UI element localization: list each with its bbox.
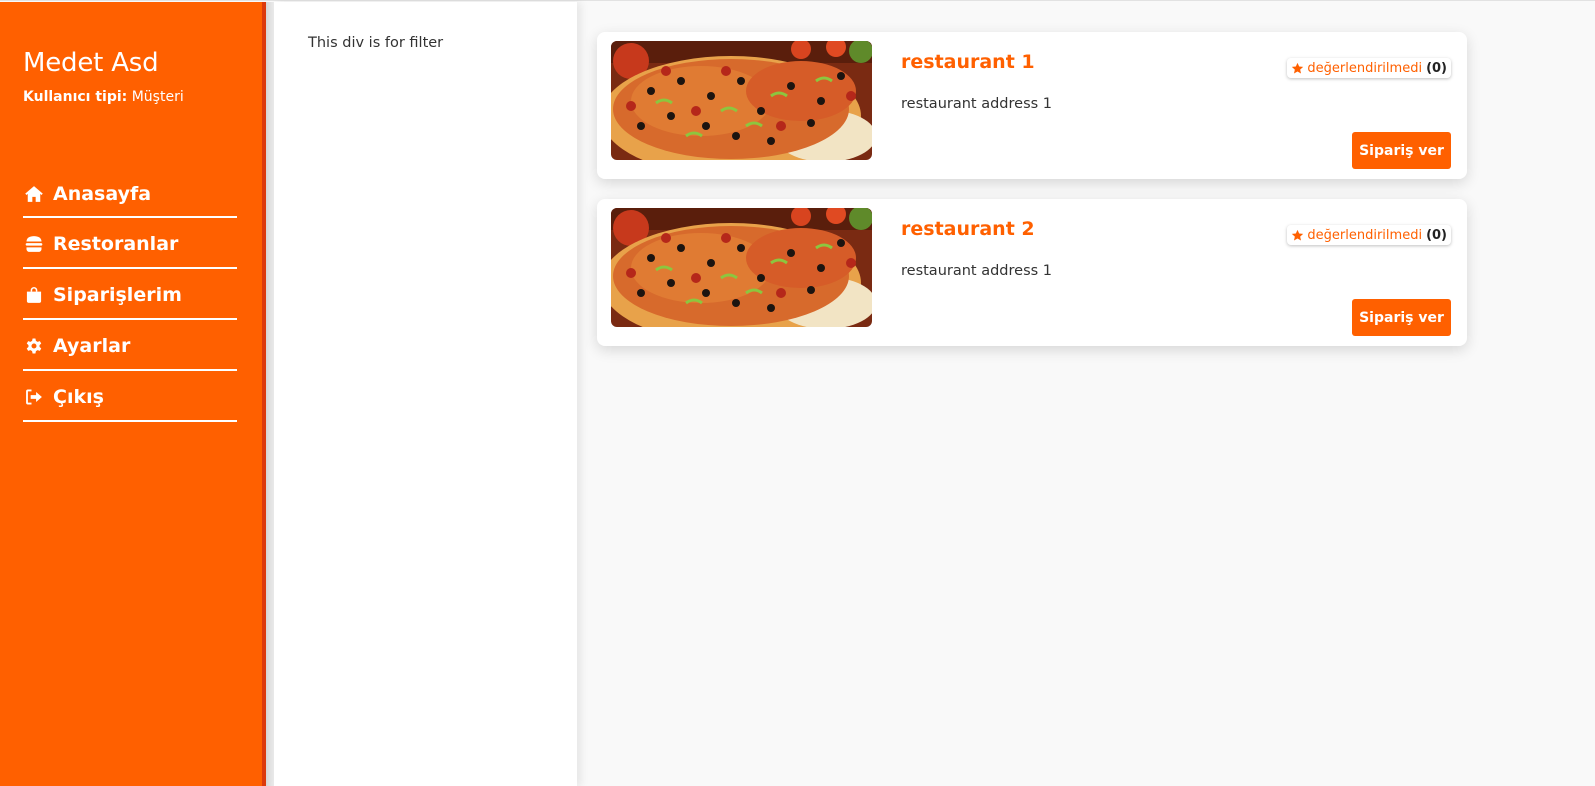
rating-count: (0): [1426, 227, 1447, 243]
filter-panel: This div is for filter: [274, 2, 577, 786]
sidebar: Medet Asd Kullanıcı tipi: Müşteri Anasay…: [0, 2, 262, 786]
restaurant-name[interactable]: restaurant 1: [901, 51, 1035, 73]
user-name: Medet Asd: [23, 48, 159, 78]
sidebar-item-settings[interactable]: Ayarlar: [23, 320, 237, 371]
pizza-image: [611, 41, 872, 160]
restaurant-image[interactable]: [611, 208, 872, 327]
user-type: Kullanıcı tipi: Müşteri: [23, 88, 239, 106]
user-type-value: Müşteri: [131, 89, 184, 105]
sidebar-item-label: Restoranlar: [53, 232, 179, 255]
star-icon: [1292, 229, 1304, 241]
user-type-label: Kullanıcı tipi:: [23, 89, 128, 105]
restaurant-card[interactable]: restaurant 1 restaurant address 1 değerl…: [597, 32, 1467, 179]
order-button[interactable]: Sipariş ver: [1352, 299, 1451, 336]
gear-icon: [23, 335, 45, 357]
shopping-bag-icon: [23, 284, 45, 306]
restaurant-name[interactable]: restaurant 2: [901, 218, 1035, 240]
burger-icon: [23, 233, 45, 255]
restaurant-image[interactable]: [611, 41, 872, 160]
restaurant-address: restaurant address 1: [901, 263, 1053, 279]
home-icon: [23, 183, 45, 205]
rating-text: değerlendirilmedi: [1307, 227, 1423, 243]
pizza-image: [611, 208, 872, 327]
logout-icon: [23, 386, 45, 408]
rating-badge: değerlendirilmedi (0): [1287, 58, 1451, 78]
filter-text: This div is for filter: [308, 35, 444, 51]
sidebar-item-label: Siparişlerim: [53, 283, 182, 306]
star-icon: [1292, 62, 1304, 74]
restaurant-address: restaurant address 1: [901, 96, 1053, 112]
sidebar-item-label: Anasayfa: [53, 183, 152, 205]
rating-count: (0): [1426, 60, 1447, 76]
order-button[interactable]: Sipariş ver: [1352, 132, 1451, 169]
sidebar-item-orders[interactable]: Siparişlerim: [23, 269, 237, 320]
restaurant-card[interactable]: restaurant 2 restaurant address 1 değerl…: [597, 199, 1467, 346]
sidebar-item-restaurants[interactable]: Restoranlar: [23, 218, 237, 269]
rating-text: değerlendirilmedi: [1307, 60, 1423, 76]
restaurant-list: restaurant 1 restaurant address 1 değerl…: [597, 32, 1467, 366]
sidebar-item-label: Çıkış: [53, 385, 104, 408]
sidebar-nav: Anasayfa Restoranlar Siparişlerim Ayarla…: [23, 170, 237, 422]
sidebar-item-label: Ayarlar: [53, 334, 131, 357]
rating-badge: değerlendirilmedi (0): [1287, 225, 1451, 245]
sidebar-shadow: [266, 2, 274, 786]
sidebar-item-home[interactable]: Anasayfa: [23, 170, 237, 218]
sidebar-item-logout[interactable]: Çıkış: [23, 371, 237, 422]
